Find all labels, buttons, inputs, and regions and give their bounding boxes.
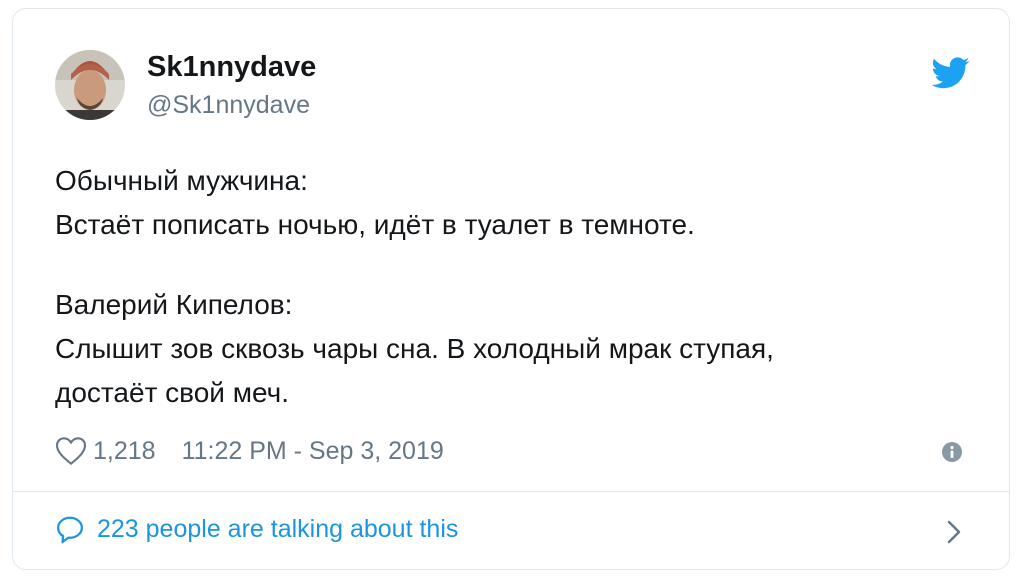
tweet-text-line: Встаёт пописать ночью, идёт в туалет в т… bbox=[55, 209, 695, 240]
chevron-right-icon[interactable] bbox=[945, 518, 963, 546]
tweet-text: Обычный мужчина: Встаёт пописать ночью, … bbox=[55, 159, 955, 415]
info-icon[interactable] bbox=[941, 441, 963, 463]
avatar[interactable] bbox=[55, 50, 125, 120]
tweet-timestamp[interactable]: 11:22 PM - Sep 3, 2019 bbox=[182, 437, 444, 466]
author-display-name[interactable]: Sk1nnydave bbox=[147, 51, 316, 84]
avatar-image bbox=[55, 50, 125, 120]
tweet-text-line: Валерий Кипелов: bbox=[55, 289, 293, 320]
conversation-label[interactable]: 223 people are talking about this bbox=[97, 515, 458, 544]
author-handle[interactable]: @Sk1nnydave bbox=[147, 91, 310, 120]
speech-bubble-icon bbox=[57, 516, 83, 544]
twitter-bird-icon[interactable] bbox=[932, 57, 970, 89]
tweet-meta: 1,218 11:22 PM - Sep 3, 2019 bbox=[55, 436, 444, 466]
tweet-text-line: Обычный мужчина: bbox=[55, 165, 308, 196]
tweet-text-line: Слышит зов сквозь чары сна. В холодный м… bbox=[55, 333, 774, 364]
heart-icon[interactable] bbox=[55, 436, 87, 466]
tweet-card: Sk1nnydave @Sk1nnydave Обычный мужчина: … bbox=[12, 8, 1010, 570]
conversation-link[interactable]: 223 people are talking about this bbox=[55, 514, 458, 544]
like-count[interactable]: 1,218 bbox=[93, 437, 156, 466]
divider bbox=[13, 491, 1009, 492]
tweet-text-line: достаёт свой меч. bbox=[55, 377, 289, 408]
